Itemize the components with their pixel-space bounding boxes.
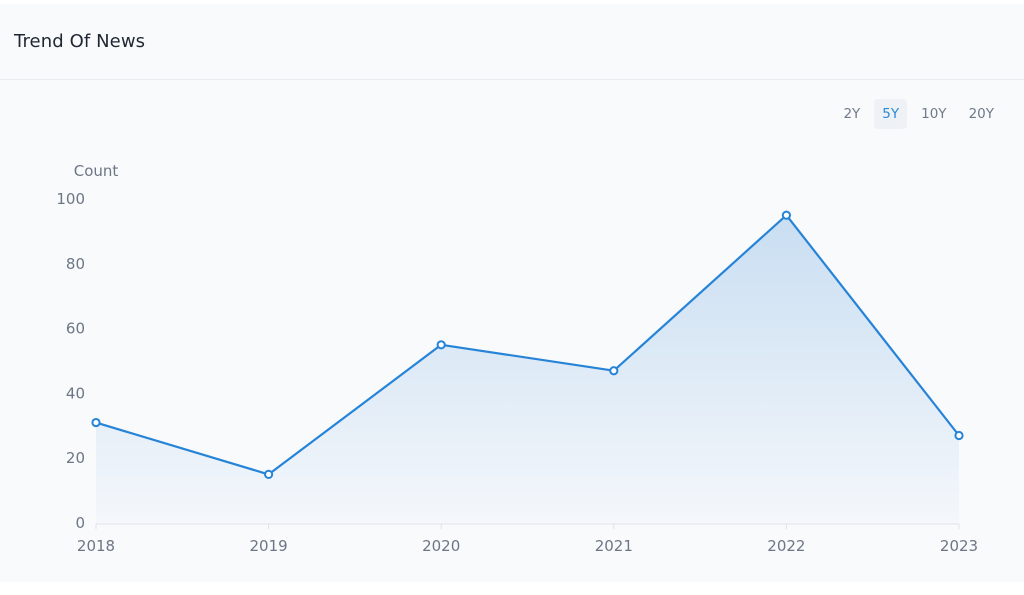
data-point-2021[interactable]	[609, 366, 619, 376]
area-fill	[96, 215, 959, 523]
x-tick-label: 2020	[422, 537, 460, 555]
x-tick-label: 2019	[250, 537, 288, 555]
x-tick-label: 2022	[767, 537, 805, 555]
y-axis: 0 20 40 60 80 100	[56, 190, 85, 532]
line-area-chart: Count 020406080100 2018 2019 2020 2021 2022 2…	[56, 162, 978, 555]
y-tick-label: 100	[56, 190, 85, 208]
y-tick-label: 40	[66, 384, 85, 402]
data-point-2023[interactable]	[954, 430, 964, 441]
y-tick-label: 80	[66, 255, 85, 273]
data-point-2020[interactable]	[436, 340, 446, 350]
x-tick-label: 2021	[595, 537, 633, 555]
y-tick-label: 20	[66, 449, 85, 467]
x-tick-label: 2023	[940, 537, 978, 555]
data-point-2019[interactable]	[264, 469, 274, 479]
data-point-2022[interactable]	[781, 210, 792, 220]
y-tick-label: 0	[75, 514, 85, 532]
x-tick-label: 2018	[77, 537, 115, 555]
x-axis: 2018 2019 2020 2021 2022 2023	[77, 523, 978, 555]
data-point-2018[interactable]	[91, 417, 101, 428]
y-axis-label: Count	[74, 162, 119, 180]
y-tick-label: 60	[66, 320, 85, 338]
